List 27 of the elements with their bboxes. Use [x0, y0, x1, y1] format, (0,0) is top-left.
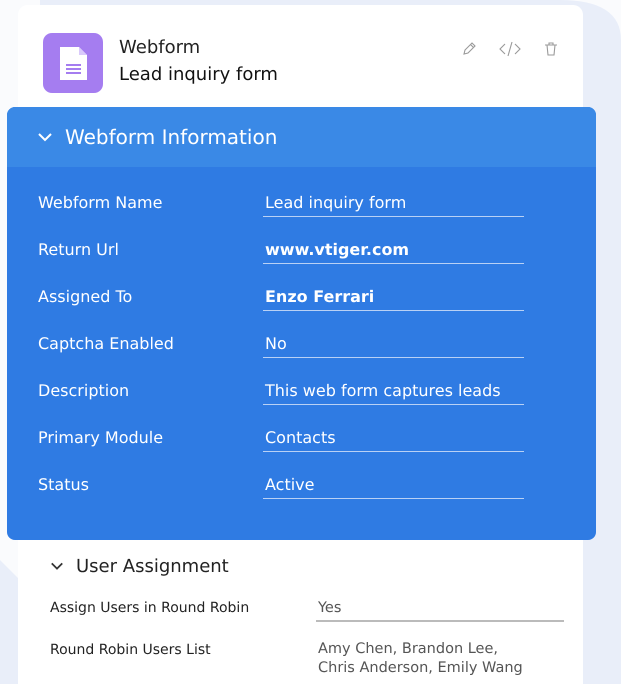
field-value: Lead inquiry form — [263, 189, 524, 217]
record-name: Lead inquiry form — [119, 64, 278, 85]
section-title: Webform Information — [65, 125, 278, 149]
section-title[interactable]: User Assignment — [76, 556, 229, 576]
field-label: Captcha Enabled — [38, 333, 175, 353]
field-label: Assigned To — [38, 286, 134, 306]
field-value: No — [263, 330, 524, 358]
field-value: Active — [263, 471, 524, 499]
edit-icon[interactable] — [461, 41, 477, 57]
field-value: This web form captures leads — [263, 377, 524, 405]
field-value: www.vtiger.com — [263, 236, 524, 264]
field-label: Description — [38, 380, 130, 400]
field-value: Enzo Ferrari — [263, 283, 524, 311]
field-label: Round Robin Users List — [50, 641, 212, 658]
section-header[interactable]: Webform Information — [7, 107, 596, 167]
field-label: Webform Name — [38, 192, 164, 212]
module-name: Webform — [119, 37, 202, 58]
field-label: Status — [38, 474, 90, 494]
field-label: Return Url — [38, 239, 120, 259]
field-value: Yes — [316, 596, 564, 622]
code-icon[interactable] — [499, 41, 521, 57]
field-label: Assign Users in Round Robin — [50, 599, 250, 616]
field-label: Primary Module — [38, 427, 164, 447]
document-icon — [43, 33, 103, 93]
field-value: Contacts — [263, 424, 524, 452]
field-value: Amy Chen, Brandon Lee, Chris Anderson, Emily Wang — [317, 640, 524, 678]
trash-icon[interactable] — [543, 41, 559, 57]
